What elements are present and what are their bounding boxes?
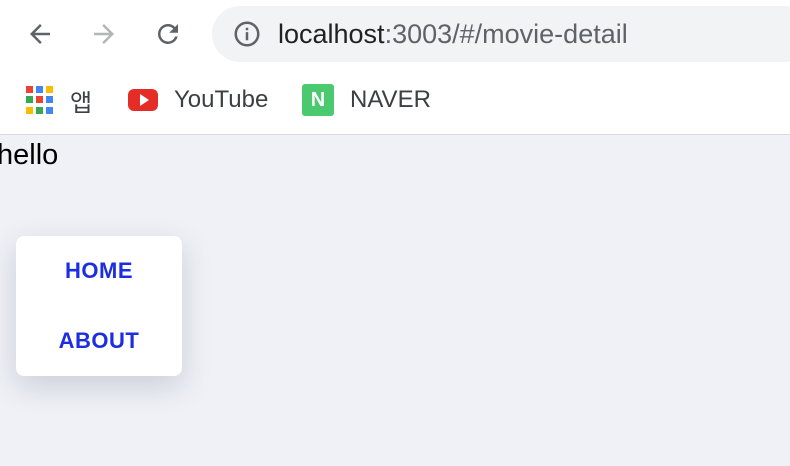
- bookmark-youtube[interactable]: YouTube: [128, 84, 268, 116]
- naver-icon: N: [302, 84, 334, 116]
- nav-menu: HOME ABOUT: [16, 236, 182, 376]
- menu-item-about[interactable]: ABOUT: [16, 328, 182, 354]
- forward-button[interactable]: [84, 14, 124, 54]
- address-bar[interactable]: localhost:3003/#/movie-detail: [212, 6, 790, 62]
- menu-item-home[interactable]: HOME: [16, 258, 182, 284]
- greeting-text: hello: [0, 139, 59, 171]
- reload-icon: [157, 23, 178, 44]
- bookmarks-bar: 앱 YouTube N NAVER: [0, 68, 790, 135]
- bookmark-label: 앱: [70, 89, 93, 117]
- bookmark-label: YouTube: [174, 86, 269, 113]
- bookmark-apps[interactable]: 앱: [26, 84, 93, 117]
- reload-button[interactable]: [148, 14, 188, 54]
- arrow-right-icon: [94, 24, 114, 44]
- url-path: :3003/#/movie-detail: [384, 18, 628, 49]
- info-icon[interactable]: [232, 19, 262, 49]
- naver-icon-letter: N: [310, 88, 326, 111]
- page-content: hello HOME ABOUT: [0, 135, 790, 466]
- arrow-left-icon: [30, 24, 50, 44]
- back-button[interactable]: [20, 14, 60, 54]
- youtube-icon: [128, 89, 158, 111]
- url-host: localhost: [278, 18, 385, 49]
- bookmark-label: NAVER: [350, 86, 431, 113]
- browser-toolbar: localhost:3003/#/movie-detail: [0, 0, 790, 68]
- url-text[interactable]: localhost:3003/#/movie-detail: [278, 19, 628, 50]
- bookmark-naver[interactable]: N NAVER: [302, 84, 431, 116]
- apps-grid-icon: [26, 86, 54, 114]
